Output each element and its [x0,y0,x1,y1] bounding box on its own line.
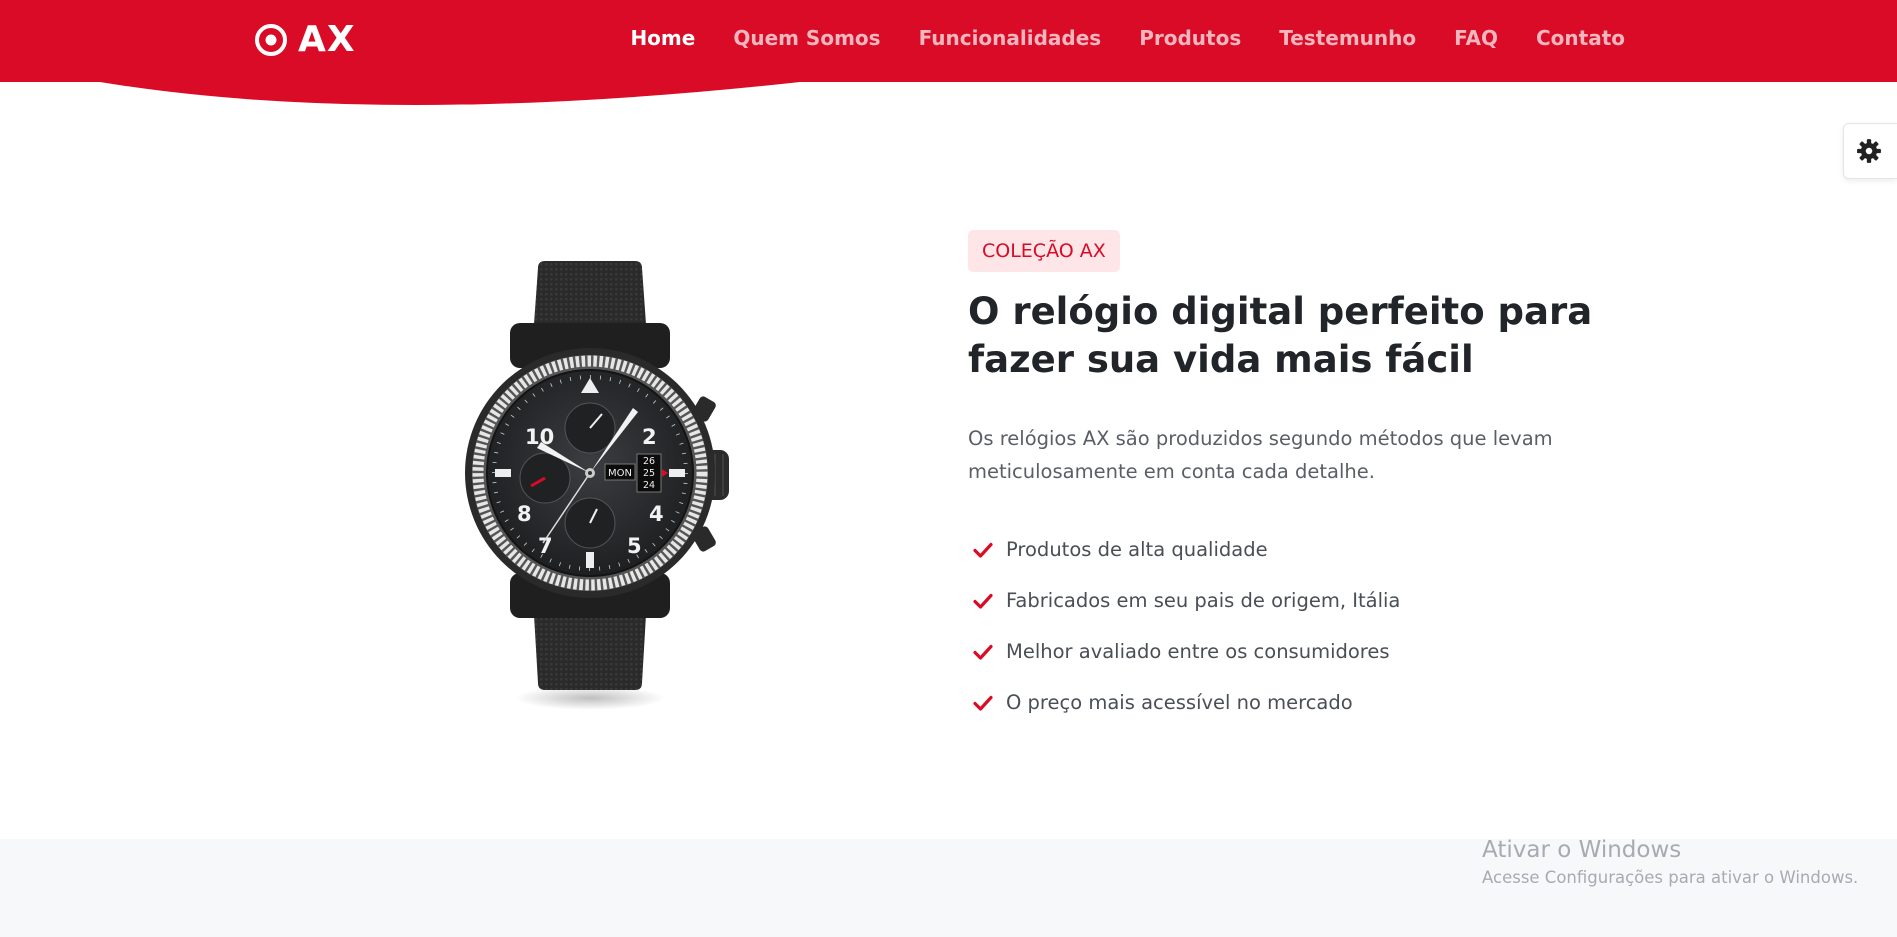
brand-logo[interactable]: AX [254,18,356,62]
watch-numeral: 2 [642,425,657,449]
feature-item: Fabricados em seu pais de origem, Itália [968,575,1400,626]
watch-image: 10 2 8 4 7 5 MON 26 25 24 [455,258,755,728]
nav-item-testemunho[interactable]: Testemunho [1279,26,1416,50]
watch-date: 24 [643,480,655,491]
hero-description: Os relógios AX são produzidos segundo mé… [968,427,1553,483]
nav-item-home[interactable]: Home [630,26,695,50]
watch-numeral: 7 [538,534,553,558]
watermark-subtitle: Acesse Configurações para ativar o Windo… [1482,868,1859,887]
check-icon [973,695,993,711]
feature-label: Produtos de alta qualidade [1006,538,1268,561]
watch-date: 25 [643,468,655,479]
nav-item-contato[interactable]: Contato [1536,26,1625,50]
hero-headline: O relógio digital perfeito para fazer su… [968,290,1593,381]
feature-item: O preço mais acessível no mercado [968,677,1400,728]
watch-numeral: 5 [627,534,642,558]
brand-name: AX [298,19,356,60]
watch-numeral: 4 [649,502,664,526]
nav-item-faq[interactable]: FAQ [1454,26,1498,50]
feature-item: Melhor avaliado entre os consumidores [968,626,1400,677]
check-icon [973,644,993,660]
watch-day: MON [608,468,632,479]
watch-numeral: 8 [517,502,532,526]
nav-item-funcionalidades[interactable]: Funcionalidades [919,26,1102,50]
gear-icon [1857,139,1881,163]
feature-label: Melhor avaliado entre os consumidores [1006,640,1390,663]
main-nav: Home Quem Somos Funcionalidades Produtos… [592,26,1625,50]
settings-button[interactable] [1843,123,1897,179]
watermark-title: Ativar o Windows [1482,837,1682,863]
windows-activation-watermark: Ativar o Windows Acesse Configurações pa… [1482,834,1858,890]
nav-item-quem-somos[interactable]: Quem Somos [733,26,880,50]
nav-item-produtos[interactable]: Produtos [1139,26,1241,50]
feature-label: O preço mais acessível no mercado [1006,691,1353,714]
check-icon [973,593,993,609]
target-icon [255,24,287,56]
collection-badge: COLEÇÃO AX [968,230,1120,272]
feature-label: Fabricados em seu pais de origem, Itália [1006,589,1401,612]
navbar: AX Home Quem Somos Funcionalidades Produ… [0,0,1897,82]
feature-item: Produtos de alta qualidade [968,524,1400,575]
watch-date: 26 [643,456,655,467]
check-icon [973,542,993,558]
feature-list: Produtos de alta qualidade Fabricados em… [968,524,1400,728]
